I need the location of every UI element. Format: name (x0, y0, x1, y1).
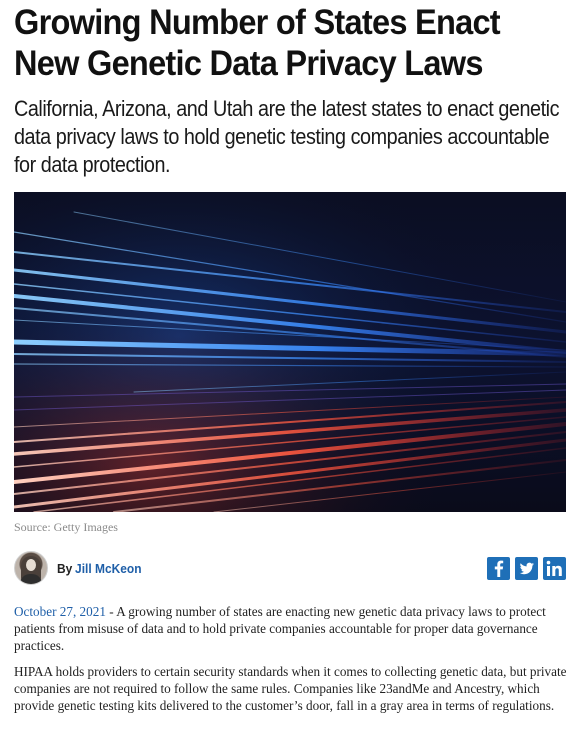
facebook-icon[interactable] (487, 556, 510, 580)
author-avatar (14, 551, 48, 585)
image-caption: Source: Getty Images (14, 520, 118, 534)
byline-prefix: By (57, 560, 73, 576)
social-share-buttons (487, 556, 566, 580)
article-paragraph-2: HIPAA holds providers to certain securit… (14, 664, 567, 713)
article-body: October 27, 2021 - A growing number of s… (14, 603, 568, 723)
date-separator: - (105, 604, 117, 619)
hero-image (14, 192, 566, 512)
article-headline: Growing Number of States Enact New Genet… (14, 3, 501, 83)
linkedin-icon[interactable] (543, 556, 566, 580)
article-page: Growing Number of States Enact New Genet… (0, 0, 576, 179)
light-streaks-illustration (14, 192, 566, 512)
article-subheadline: California, Arizona, and Utah are the la… (14, 96, 560, 177)
author-link[interactable]: Jill McKeon (75, 561, 141, 576)
article-date: October 27, 2021 (14, 604, 106, 619)
article-paragraph-1: October 27, 2021 - A growing number of s… (14, 603, 568, 654)
twitter-icon[interactable] (515, 556, 538, 580)
byline: By Jill McKeon (14, 551, 566, 585)
byline-text: By Jill McKeon (57, 561, 142, 576)
